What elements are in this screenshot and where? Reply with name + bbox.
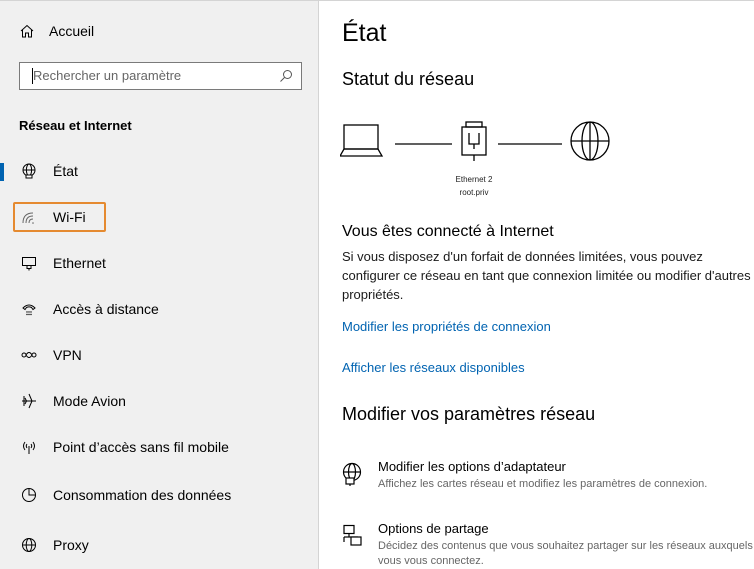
- internet-globe-icon: [570, 121, 610, 161]
- change-settings-heading: Modifier vos paramètres réseau: [342, 404, 596, 424]
- option-title: Modifier les options d’adaptateur: [378, 459, 566, 474]
- page-title: État: [342, 19, 387, 47]
- ethernet-icon: [20, 254, 38, 272]
- sharing-options-item[interactable]: Options de partage Décidez des contenus …: [342, 521, 754, 569]
- adapter-name-label: Ethernet 2: [455, 175, 493, 184]
- dial-up-icon: [20, 300, 38, 318]
- vpn-icon: [20, 346, 38, 364]
- network-diagram: [340, 121, 610, 161]
- section-title: Réseau et Internet: [19, 118, 132, 133]
- wifi-highlight-box: [13, 202, 106, 232]
- sidebar-item-label: VPN: [53, 347, 82, 363]
- option-description: Affichez les cartes réseau et modifiez l…: [378, 478, 708, 490]
- network-status-heading: Statut du réseau: [342, 69, 475, 89]
- hotspot-icon: [20, 438, 38, 456]
- sidebar-item-label: Accès à distance: [53, 301, 159, 317]
- globe-status-icon: [20, 162, 38, 180]
- connection-status-heading: Vous êtes connecté à Internet: [342, 223, 554, 240]
- sidebar-item-label: Ethernet: [53, 255, 106, 271]
- search-box[interactable]: [19, 62, 302, 90]
- sidebar-item-label: Point d’accès sans fil mobile: [53, 439, 229, 455]
- sharing-icon: [342, 524, 364, 553]
- change-connection-properties-link[interactable]: Modifier les propriétés de connexion: [342, 319, 551, 334]
- sidebar-item-consommation[interactable]: Consommation des données: [0, 475, 319, 515]
- globe-icon: [20, 536, 38, 554]
- data-usage-icon: [20, 486, 38, 504]
- sidebar-item-label: Proxy: [53, 537, 89, 553]
- sidebar-item-label: Mode Avion: [53, 393, 126, 409]
- sidebar-item-label: État: [53, 163, 78, 179]
- connection-status-description: Si vous disposez d'un forfait de données…: [342, 249, 751, 302]
- sidebar-item-acces-distance[interactable]: Accès à distance: [0, 289, 319, 329]
- show-available-networks-link[interactable]: Afficher les réseaux disponibles: [342, 360, 525, 375]
- search-input[interactable]: [33, 68, 273, 83]
- home-link[interactable]: Accueil: [20, 21, 94, 41]
- sidebar-item-mode-avion[interactable]: Mode Avion: [0, 381, 319, 421]
- sidebar-item-label: Consommation des données: [53, 487, 232, 503]
- network-adapter-icon: [461, 121, 487, 161]
- adapter-options-item[interactable]: Modifier les options d’adaptateur Affich…: [342, 459, 754, 495]
- home-label: Accueil: [49, 23, 95, 39]
- network-name-label: root.priv: [459, 188, 489, 197]
- option-title: Options de partage: [378, 521, 489, 536]
- search-icon[interactable]: [279, 69, 293, 83]
- sidebar-item-etat[interactable]: État: [0, 151, 319, 191]
- sidebar: Accueil Réseau et Internet État Wi-Fi: [0, 1, 319, 569]
- settings-window: Accueil Réseau et Internet État Wi-Fi: [0, 0, 754, 569]
- computer-icon: [340, 124, 384, 157]
- adapter-icon: [342, 462, 364, 491]
- home-icon: [20, 24, 34, 38]
- sidebar-item-point-acces[interactable]: Point d’accès sans fil mobile: [0, 427, 319, 467]
- option-description: Décidez des contenus que vous souhaitez …: [378, 540, 753, 567]
- sidebar-item-vpn[interactable]: VPN: [0, 335, 319, 375]
- sidebar-item-ethernet[interactable]: Ethernet: [0, 243, 319, 283]
- main-content: État Statut du réseau Ethernet 2 root.pr…: [320, 1, 754, 569]
- sidebar-item-proxy[interactable]: Proxy: [0, 525, 319, 565]
- airplane-icon: [20, 392, 38, 410]
